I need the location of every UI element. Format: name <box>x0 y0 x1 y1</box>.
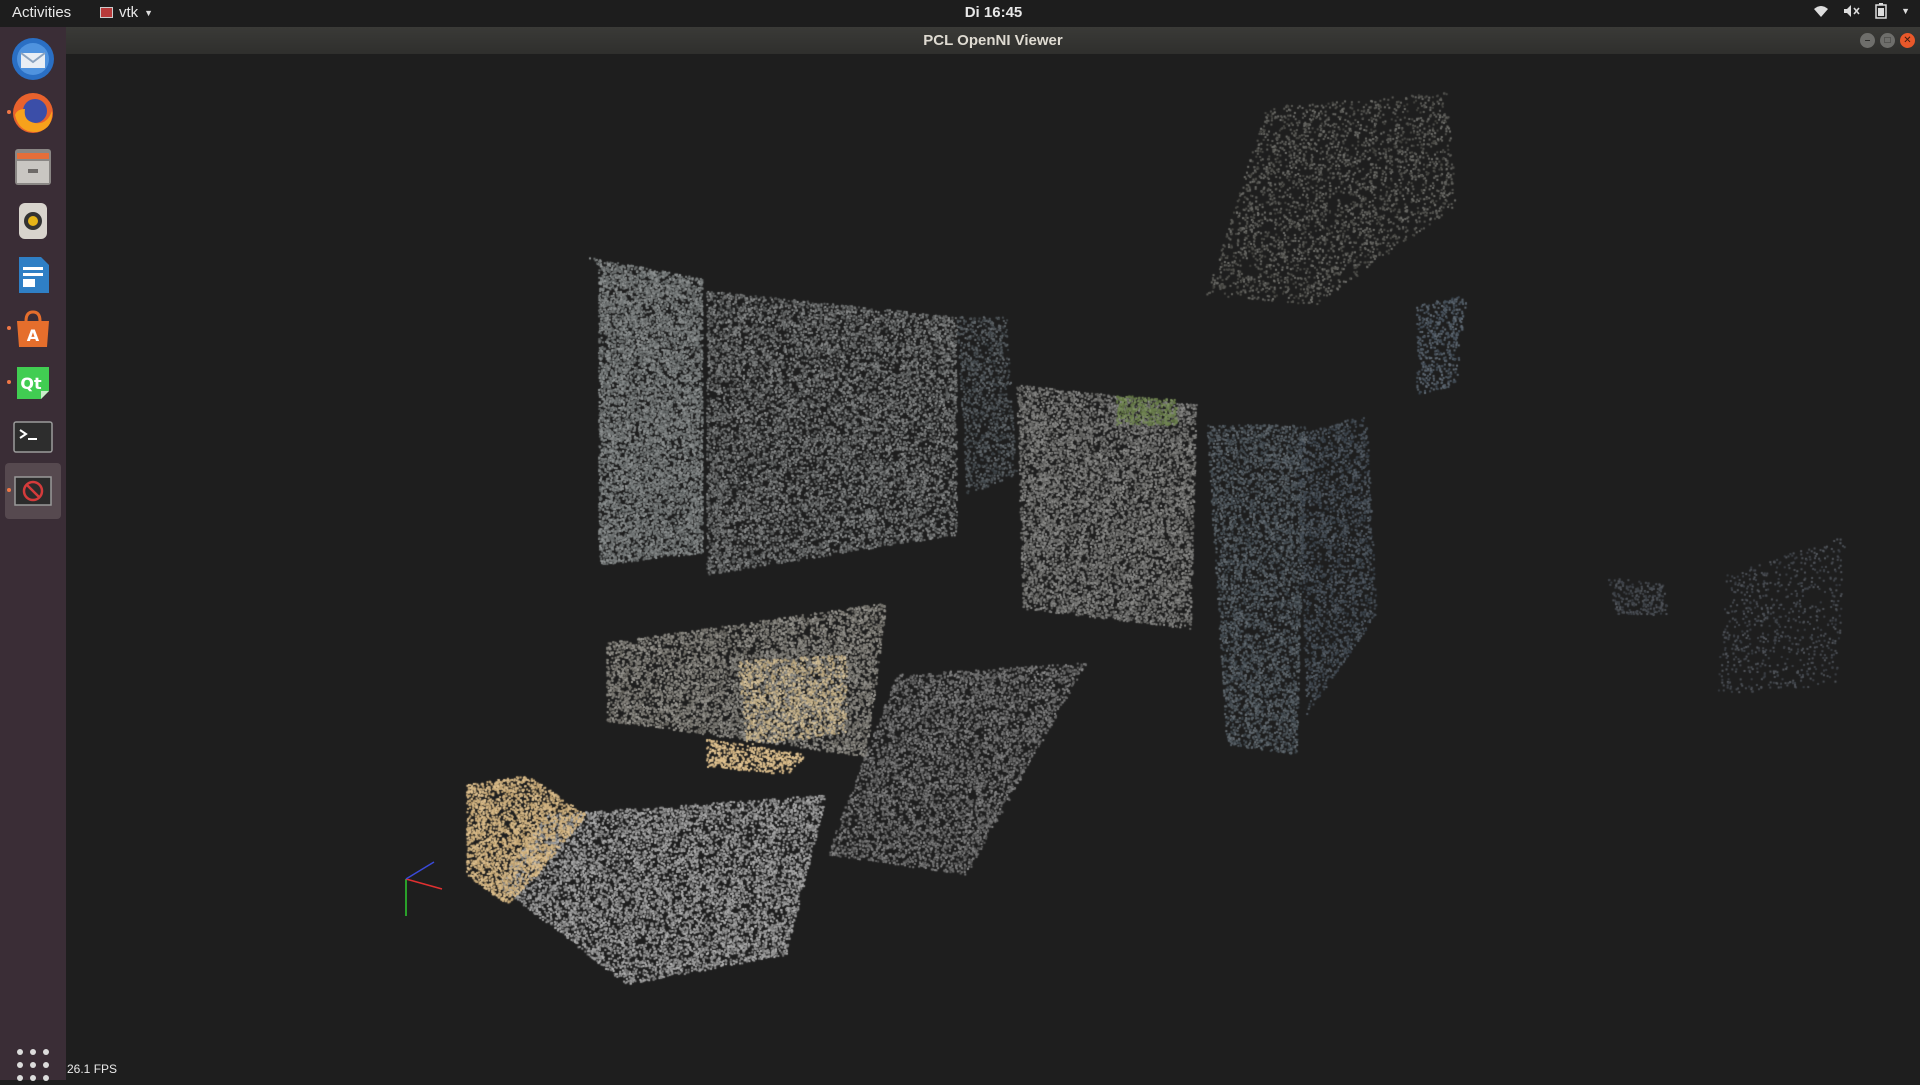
terminal-icon <box>13 421 53 453</box>
chevron-down-icon[interactable]: ▼ <box>1901 6 1910 16</box>
dock-item-rhythmbox[interactable] <box>5 193 61 249</box>
volume-icon[interactable] <box>1843 4 1861 18</box>
dock: A Qt <box>0 27 66 1081</box>
maximize-button[interactable]: □ <box>1880 33 1895 48</box>
dock-item-firefox[interactable] <box>5 85 61 141</box>
close-button[interactable]: ✕ <box>1900 33 1915 48</box>
running-indicator <box>7 380 11 384</box>
mail-icon <box>12 38 54 80</box>
top-bar: Activities vtk ▼ Di 16:45 ▼ <box>0 0 1920 27</box>
clock: Di 16:45 <box>0 4 1920 21</box>
show-applications-icon[interactable] <box>13 1045 53 1085</box>
running-indicator <box>7 488 11 492</box>
axes-gizmo <box>405 861 443 916</box>
wifi-icon[interactable] <box>1813 4 1829 18</box>
running-indicator <box>7 110 11 114</box>
svg-text:Qt: Qt <box>20 374 42 393</box>
stop-icon <box>14 476 52 506</box>
clock-label[interactable]: Di 16:45 <box>965 4 1023 21</box>
fps-counter: 26.1 FPS <box>67 1062 118 1076</box>
qt-icon: Qt <box>17 367 49 399</box>
z-axis-line <box>405 861 435 880</box>
battery-icon[interactable] <box>1875 3 1887 19</box>
running-indicator <box>7 326 11 330</box>
dock-item-terminal[interactable] <box>5 409 61 465</box>
document-icon <box>19 257 49 293</box>
shopping-bag-icon: A <box>17 310 49 347</box>
dock-item-qt-creator[interactable]: Qt <box>5 355 61 411</box>
dock-item-vtk-viewer[interactable] <box>5 463 61 519</box>
window-titlebar[interactable]: PCL OpenNI Viewer – □ ✕ <box>66 27 1920 54</box>
window-controls: – □ ✕ <box>1860 33 1915 48</box>
dock-item-thunderbird[interactable] <box>5 31 61 87</box>
minimize-button[interactable]: – <box>1860 33 1875 48</box>
files-icon <box>15 149 51 185</box>
window-title: PCL OpenNI Viewer <box>923 32 1063 49</box>
firefox-icon <box>13 93 53 133</box>
dock-item-software[interactable]: A <box>5 301 61 357</box>
x-axis-line <box>405 878 443 890</box>
point-cloud-viewport[interactable] <box>66 54 1920 1080</box>
svg-text:A: A <box>27 326 40 345</box>
dock-item-writer[interactable] <box>5 247 61 303</box>
dock-item-files[interactable] <box>5 139 61 195</box>
system-tray[interactable]: ▼ <box>1813 3 1910 19</box>
speaker-icon <box>19 203 47 239</box>
